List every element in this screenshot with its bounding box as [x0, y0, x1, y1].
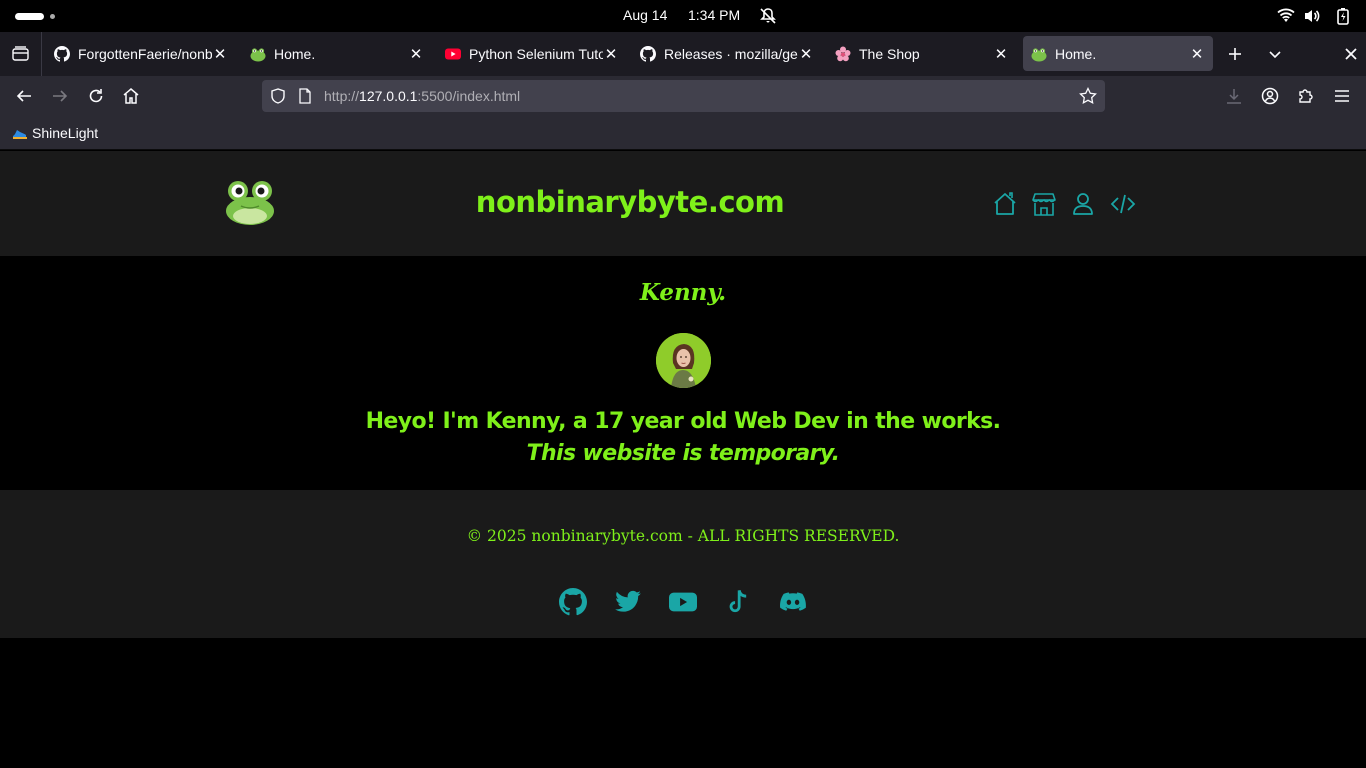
user-icon[interactable] [1070, 191, 1096, 217]
wifi-icon[interactable] [1277, 7, 1295, 25]
notifications-off-icon [760, 8, 776, 24]
site-header: nonbinarybyte.com [0, 151, 1366, 256]
forward-arrow-icon [53, 90, 68, 102]
bookmarks-toolbar: ShineLight [0, 116, 1366, 150]
copyright-text: © 2025 nonbinarybyte.com - ALL RIGHTS RE… [466, 527, 900, 545]
hero-intro-text: Heyo! I'm Kenny, a 17 year old Web Dev i… [365, 409, 1001, 434]
avatar-portrait-icon [656, 333, 711, 388]
code-icon[interactable] [1110, 191, 1136, 217]
youtube-icon[interactable] [669, 588, 697, 616]
github-icon [54, 45, 70, 62]
hero-name: Kenny. [639, 279, 727, 306]
home-icon [123, 88, 139, 104]
url-scheme: http:// [324, 88, 360, 104]
frog-icon [1031, 46, 1047, 62]
back-button[interactable] [12, 84, 36, 108]
puzzle-piece-icon [1299, 89, 1313, 103]
tab-title: Home. [1055, 45, 1097, 62]
shoe-icon [13, 130, 27, 139]
volume-icon[interactable] [1303, 7, 1321, 25]
youtube-icon [445, 46, 461, 62]
hamburger-menu-icon [1335, 90, 1349, 102]
tab-close-icon[interactable]: ✕ [212, 46, 228, 62]
twitter-icon[interactable] [614, 588, 642, 616]
forward-button[interactable] [48, 84, 72, 108]
tracking-protection-shield-icon[interactable] [270, 88, 286, 104]
flower-icon [835, 46, 851, 62]
tab-close-icon[interactable]: ✕ [1189, 46, 1205, 62]
tab-mozilla-releases[interactable]: Releases · mozilla/gec ✕ [632, 36, 822, 71]
bookmark-label: ShineLight [32, 125, 99, 141]
github-icon[interactable] [559, 588, 587, 616]
tab-the-shop[interactable]: The Shop ✕ [827, 36, 1017, 71]
avatar [656, 333, 711, 388]
os-date[interactable]: Aug 14 [623, 7, 667, 23]
account-button[interactable] [1258, 84, 1282, 108]
site-footer: © 2025 nonbinarybyte.com - ALL RIGHTS RE… [0, 490, 1366, 638]
navigation-toolbar: http://127.0.0.1:5500/index.html [0, 76, 1366, 116]
web-page: nonbinarybyte.com Kenny. Heyo! I'm Kenny… [0, 151, 1366, 768]
reload-button[interactable] [84, 84, 108, 108]
back-arrow-icon [16, 90, 31, 102]
store-icon[interactable] [1031, 191, 1057, 217]
os-time[interactable]: 1:34 PM [688, 7, 740, 23]
close-window-icon[interactable] [1343, 46, 1359, 62]
tab-home[interactable]: Home. ✕ [242, 36, 432, 71]
home-button[interactable] [119, 84, 143, 108]
activities-indicator[interactable] [15, 13, 44, 20]
tab-title: Releases · mozilla/gec [664, 45, 798, 62]
page-info-icon[interactable] [297, 88, 313, 104]
tab-close-icon[interactable]: ✕ [603, 46, 619, 62]
tab-title: Home. [274, 45, 316, 62]
url-path: :5500/index.html [417, 88, 521, 104]
reload-icon [89, 89, 103, 103]
home-icon[interactable] [992, 191, 1018, 217]
extensions-button[interactable] [1294, 84, 1318, 108]
tiktok-icon[interactable] [724, 588, 752, 616]
account-icon [1261, 87, 1279, 105]
tab-python-selenium[interactable]: Python Selenium Tutor ✕ [437, 36, 627, 71]
workspace-dot[interactable] [50, 14, 55, 19]
list-all-tabs-icon[interactable] [1267, 46, 1283, 62]
bookmark-shinelight[interactable]: ShineLight [12, 125, 98, 141]
app-menu-button[interactable] [1330, 84, 1354, 108]
url-host: 127.0.0.1 [359, 88, 418, 104]
tab-strip: ForgottenFaerie/nonbi ✕ Home. ✕ Python S… [0, 32, 1366, 76]
firefox-view-icon [12, 46, 29, 61]
tab-title: ForgottenFaerie/nonbi [78, 45, 212, 62]
url-bar[interactable]: http://127.0.0.1:5500/index.html [262, 80, 1105, 112]
tab-close-icon[interactable]: ✕ [798, 46, 814, 62]
tab-github-nonbinarybyte[interactable]: ForgottenFaerie/nonbi ✕ [46, 36, 236, 71]
url-text[interactable]: http://127.0.0.1:5500/index.html [324, 88, 520, 104]
new-tab-icon[interactable] [1227, 46, 1243, 62]
download-icon [1227, 89, 1241, 104]
os-status-bar: Aug 14 1:34 PM [0, 0, 1366, 32]
hero-temporary-notice: This website is temporary. [526, 441, 840, 466]
downloads-button[interactable] [1222, 84, 1246, 108]
bookmark-star-icon[interactable] [1079, 87, 1097, 105]
discord-icon[interactable] [779, 588, 807, 616]
tab-title: Python Selenium Tutor [469, 45, 603, 62]
frog-icon [250, 46, 266, 62]
tab-title: The Shop [859, 45, 920, 62]
tab-close-icon[interactable]: ✕ [993, 46, 1009, 62]
github-icon [640, 45, 656, 62]
firefox-view-button[interactable] [0, 32, 42, 76]
tab-home-active[interactable]: Home. ✕ [1023, 36, 1213, 71]
tab-close-icon[interactable]: ✕ [408, 46, 424, 62]
battery-charging-icon[interactable] [1334, 7, 1352, 25]
